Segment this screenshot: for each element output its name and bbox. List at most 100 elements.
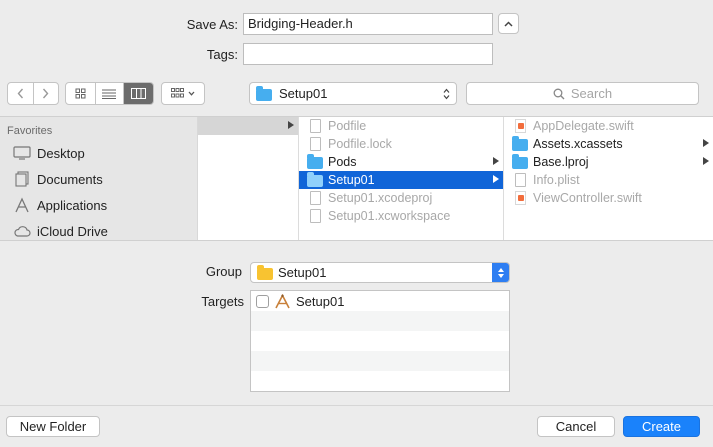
column-1	[198, 117, 299, 240]
applications-icon	[13, 197, 31, 213]
chevron-down-icon	[188, 91, 195, 96]
column-3: AppDelegate.swift Assets.xcassets Base.l…	[504, 117, 713, 240]
tags-label: Tags:	[206, 47, 238, 62]
file-name: Pods	[328, 155, 357, 169]
target-row-empty	[251, 371, 509, 391]
folder-icon	[307, 172, 323, 187]
group-popup[interactable]: Setup01	[250, 262, 510, 283]
arrange-button[interactable]	[161, 82, 205, 105]
new-folder-button[interactable]: New Folder	[6, 416, 100, 437]
location-label: Setup01	[279, 86, 328, 101]
divider-middle	[0, 240, 713, 241]
save-as-field[interactable]: Bridging-Header.h	[243, 13, 493, 35]
targets-list: Setup01	[250, 290, 510, 392]
file-name: Podfile	[328, 119, 367, 133]
divider-bottom	[0, 405, 713, 406]
folder-icon	[512, 154, 528, 169]
app-target-icon	[275, 293, 290, 308]
list-item[interactable]: AppDelegate.swift	[504, 117, 713, 135]
location-popup[interactable]: Setup01	[249, 82, 457, 105]
sidebar-heading: Favorites	[7, 125, 53, 137]
arrange-grid-icon	[171, 88, 184, 98]
create-button[interactable]: Create	[623, 416, 700, 437]
sidebar-item-documents[interactable]: Documents	[13, 166, 103, 192]
disclosure-arrow-icon	[288, 121, 294, 129]
disclosure-arrow-icon	[493, 157, 499, 165]
disclosure-arrow-icon	[493, 175, 499, 183]
group-label: Group	[205, 264, 242, 279]
file-name: ViewController.swift	[533, 191, 642, 205]
chevron-right-icon	[43, 88, 49, 99]
file-name: Base.lproj	[533, 155, 589, 169]
sidebar-item-label: Documents	[37, 171, 103, 187]
list-item[interactable]: ViewController.swift	[504, 189, 713, 207]
file-name: Info.plist	[533, 173, 580, 187]
list-item[interactable]: Podfile	[299, 117, 503, 135]
document-icon	[309, 137, 321, 151]
list-icon	[102, 89, 117, 99]
desktop-icon	[13, 145, 31, 161]
file-name: Setup01	[328, 173, 375, 187]
sidebar-item-label: Desktop	[37, 145, 85, 161]
sidebar-item-desktop[interactable]: Desktop	[13, 140, 85, 166]
column-2: Podfile Podfile.lock Pods Setup01 Setup0…	[299, 117, 504, 240]
file-name: AppDelegate.swift	[533, 119, 634, 133]
file-name: Assets.xcassets	[533, 137, 623, 151]
target-name: Setup01	[296, 293, 345, 309]
targets-label: Targets	[201, 294, 244, 309]
collapse-button[interactable]	[498, 13, 519, 34]
file-name: Setup01.xcworkspace	[328, 209, 451, 223]
plist-icon	[514, 173, 526, 187]
list-item[interactable]: Assets.xcassets	[504, 135, 713, 153]
back-button[interactable]	[8, 83, 33, 104]
disclosure-arrow-icon	[703, 139, 709, 147]
chevron-left-icon	[17, 88, 24, 99]
file-name: Setup01.xcodeproj	[328, 191, 433, 205]
list-view-button[interactable]	[94, 83, 124, 104]
folder-icon	[512, 136, 528, 151]
back-forward-control	[7, 82, 59, 105]
cloud-icon	[13, 223, 31, 239]
documents-icon	[13, 171, 31, 187]
grid-icon	[75, 88, 86, 99]
xcodeproj-icon	[309, 191, 321, 205]
columns-icon	[131, 88, 147, 99]
view-mode-control	[65, 82, 154, 105]
search-field[interactable]: Search	[466, 82, 699, 105]
folder-icon	[307, 154, 323, 169]
group-value: Setup01	[278, 265, 327, 280]
target-row-empty	[251, 351, 509, 371]
target-row[interactable]: Setup01	[251, 291, 509, 311]
sidebar-item-label: Applications	[37, 197, 108, 213]
column-1-selected-row[interactable]	[198, 117, 298, 135]
sidebar-item-applications[interactable]: Applications	[13, 192, 107, 218]
cancel-button[interactable]: Cancel	[537, 416, 615, 437]
list-item[interactable]: Base.lproj	[504, 153, 713, 171]
forward-button[interactable]	[32, 83, 58, 104]
list-item[interactable]: Setup01.xcworkspace	[299, 207, 503, 225]
document-icon	[309, 119, 321, 133]
search-placeholder: Search	[570, 86, 613, 101]
list-item[interactable]: Info.plist	[504, 171, 713, 189]
tags-field[interactable]	[243, 43, 493, 65]
list-item[interactable]: Pods	[299, 153, 503, 171]
target-checkbox[interactable]	[256, 294, 269, 308]
updown-chevron-icon	[492, 263, 509, 282]
disclosure-arrow-icon	[703, 157, 709, 165]
search-icon	[553, 88, 565, 99]
list-item[interactable]: Podfile.lock	[299, 135, 503, 153]
group-folder-icon	[257, 265, 273, 280]
swift-file-icon	[514, 119, 526, 133]
list-item[interactable]: Setup01.xcodeproj	[299, 189, 503, 207]
updown-chevron-icon	[443, 88, 450, 100]
xcworkspace-icon	[309, 209, 321, 223]
file-name: Podfile.lock	[328, 137, 392, 151]
sidebar-item-label: iCloud Drive	[37, 223, 108, 239]
column-view-button[interactable]	[123, 83, 153, 104]
icon-view-button[interactable]	[66, 83, 95, 104]
swift-file-icon	[514, 191, 526, 205]
folder-icon	[256, 86, 272, 101]
target-row-empty	[251, 331, 509, 351]
save-as-label: Save As:	[186, 17, 238, 32]
list-item-selected[interactable]: Setup01	[299, 171, 503, 189]
